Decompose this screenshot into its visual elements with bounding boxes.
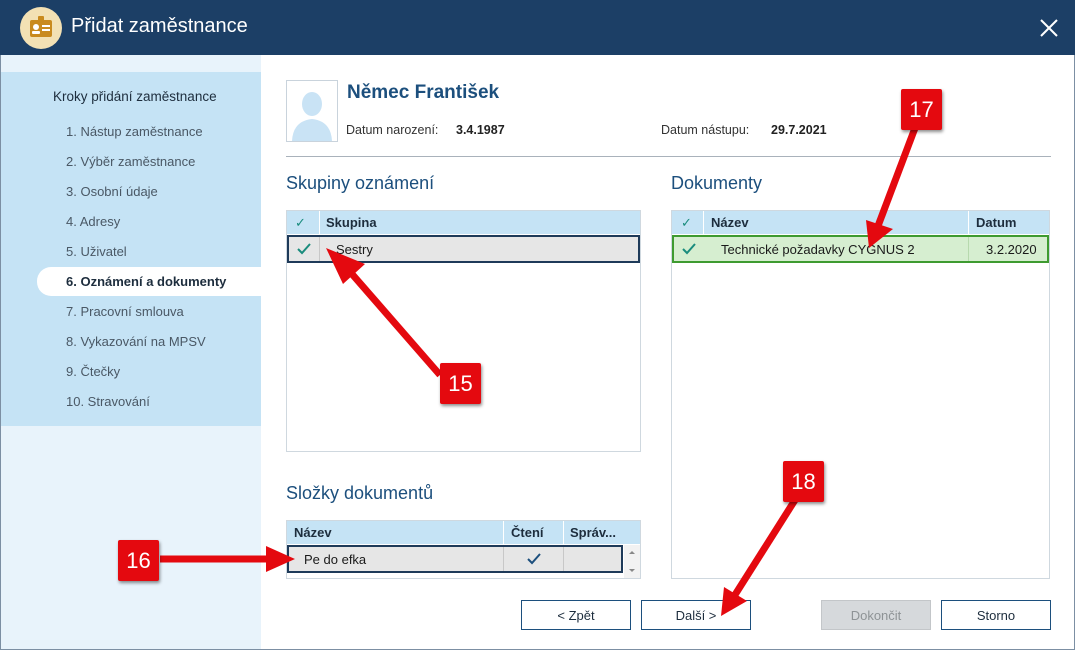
next-button[interactable]: Další > [641, 600, 751, 630]
annotation-badge-18: 18 [783, 461, 824, 502]
steps-sidebar: Kroky přidání zaměstnance 1. Nástup zamě… [1, 72, 261, 426]
employee-card-icon [20, 7, 62, 49]
back-button[interactable]: < Zpět [521, 600, 631, 630]
documents-grid-header: ✓ Název Datum [672, 211, 1049, 234]
document-date: 3.2.2020 [986, 242, 1037, 257]
check-icon[interactable] [295, 240, 313, 261]
close-button[interactable] [1033, 12, 1065, 44]
check-column-header[interactable]: ✓ [681, 215, 692, 231]
folder-name: Pe do efka [304, 552, 367, 567]
close-icon [1040, 19, 1058, 37]
birth-date-value: 3.4.1987 [456, 123, 505, 137]
groups-title: Skupiny oznámení [286, 173, 435, 193]
check-column-header[interactable]: ✓ [295, 215, 306, 231]
step-item[interactable]: 9. Čtečky [66, 364, 120, 379]
annotation-badge-15: 15 [440, 363, 481, 404]
step-active-label: 6. Oznámení a dokumenty [66, 274, 227, 289]
date-column-header[interactable]: Datum [976, 215, 1016, 230]
step-item[interactable]: 7. Pracovní smlouva [66, 304, 184, 319]
birth-date-label: Datum narození: [346, 123, 439, 137]
check-icon[interactable] [680, 240, 698, 261]
folders-grid: Název Čtení Správ... Pe do efka [286, 520, 641, 579]
vertical-scrollbar[interactable] [624, 545, 640, 578]
window-title: Přidat zaměstnance [71, 15, 248, 37]
step-item[interactable]: 1. Nástup zaměstnance [66, 124, 203, 139]
annotation-badge-16: 16 [118, 540, 159, 581]
step-item[interactable]: 2. Výběr zaměstnance [66, 154, 195, 169]
scroll-arrows-icon [629, 551, 635, 572]
groups-grid-header: ✓ Skupina [287, 211, 640, 234]
group-name: Sestry [336, 242, 373, 257]
name-column-header[interactable]: Název [294, 525, 332, 540]
folders-title: Složky dokumentů [286, 483, 434, 503]
step-item-active[interactable]: 6. Oznámení a dokumenty [37, 267, 261, 296]
read-check-icon[interactable] [525, 550, 543, 571]
header-divider [286, 156, 1051, 157]
step-item[interactable]: 10. Stravování [66, 394, 150, 409]
documents-grid: ✓ Název Datum Technické požadavky CYGNUS… [671, 210, 1050, 579]
employee-name: Němec František [347, 82, 500, 103]
start-date-value: 29.7.2021 [771, 123, 827, 137]
table-row[interactable]: Technické požadavky CYGNUS 2 3.2.2020 [672, 235, 1049, 263]
documents-title: Dokumenty [671, 173, 763, 193]
table-row[interactable]: Sestry [287, 235, 640, 263]
start-date-label: Datum nástupu: [661, 123, 750, 137]
finish-button: Dokončit [821, 600, 931, 630]
step-item[interactable]: 4. Adresy [66, 214, 120, 229]
groups-grid: ✓ Skupina Sestry [286, 210, 641, 452]
step-item[interactable]: 3. Osobní údaje [66, 184, 158, 199]
steps-heading: Kroky přidání zaměstnance [53, 89, 217, 104]
avatar [286, 80, 338, 142]
table-row[interactable]: Pe do efka [287, 545, 623, 573]
name-column-header[interactable]: Název [711, 215, 749, 230]
cancel-button[interactable]: Storno [941, 600, 1051, 630]
document-name: Technické požadavky CYGNUS 2 [721, 242, 915, 257]
folders-grid-header: Název Čtení Správ... [287, 521, 640, 544]
person-silhouette-icon [292, 92, 332, 141]
title-bar: Přidat zaměstnance [0, 0, 1075, 55]
step-item[interactable]: 5. Uživatel [66, 244, 127, 259]
read-column-header[interactable]: Čtení [511, 525, 544, 540]
group-column-header[interactable]: Skupina [326, 215, 377, 230]
step-item[interactable]: 8. Vykazování na MPSV [66, 334, 206, 349]
admin-column-header[interactable]: Správ... [570, 525, 616, 540]
annotation-badge-17: 17 [901, 89, 942, 130]
